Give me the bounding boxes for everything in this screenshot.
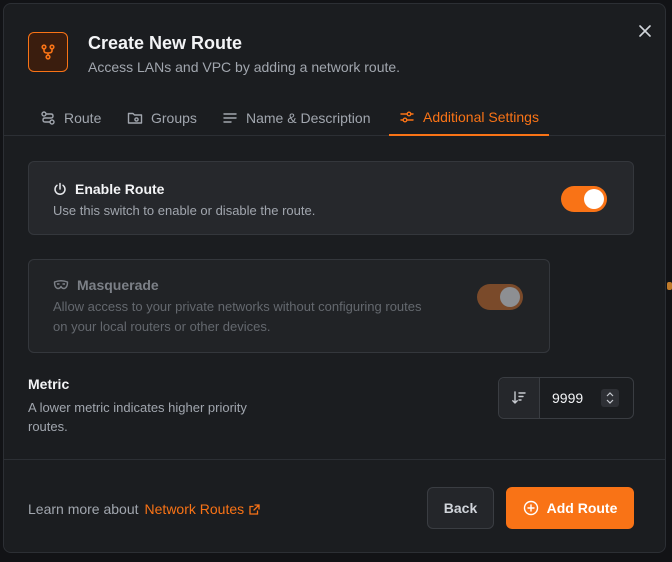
network-routes-link[interactable]: Network Routes: [145, 501, 261, 517]
metric-spinner[interactable]: [601, 389, 619, 407]
link-label: Network Routes: [144, 501, 245, 517]
plus-circle-icon: [523, 500, 538, 516]
route-icon: [41, 111, 55, 125]
sort-descending-icon: [512, 391, 526, 404]
tab-groups[interactable]: Groups: [117, 100, 207, 136]
create-route-modal: Create New Route Access LANs and VPC by …: [3, 3, 666, 553]
learn-more: Learn more about Network Routes: [28, 501, 260, 517]
tab-label: Additional Settings: [423, 109, 539, 125]
background-edge-mark: [667, 282, 672, 290]
masquerade-description: Allow access to your private networks wi…: [53, 299, 422, 334]
metric-description: A lower metric indicates higher priority…: [28, 400, 247, 434]
enable-route-card: Enable Route Use this switch to enable o…: [28, 161, 634, 235]
enable-route-description: Use this switch to enable or disable the…: [53, 203, 316, 218]
add-route-label: Add Route: [546, 500, 618, 516]
tab-additional-settings[interactable]: Additional Settings: [389, 100, 549, 136]
mask-icon: [53, 280, 69, 290]
tab-name-description[interactable]: Name & Description: [212, 100, 381, 136]
metric-title: Metric: [28, 376, 70, 392]
route-icon: [41, 44, 55, 60]
masquerade-card: Masquerade Allow access to your private …: [28, 259, 550, 353]
back-button[interactable]: Back: [427, 487, 494, 529]
text-icon: [223, 113, 237, 123]
modal-footer: Learn more about Network Routes Back Add…: [4, 459, 665, 552]
power-icon: [54, 182, 66, 196]
learn-more-text: Learn more about: [28, 501, 139, 517]
masquerade-heading: Masquerade: [53, 277, 159, 293]
modal-title: Create New Route: [88, 33, 243, 53]
external-link-icon: [249, 503, 260, 515]
modal-subtitle: Access LANs and VPC by adding a network …: [88, 59, 401, 75]
chevron-down-icon: [606, 399, 614, 404]
tab-route[interactable]: Route: [30, 100, 111, 136]
tab-bar: Route Groups Name & Description Addition…: [4, 100, 665, 136]
route-header-icon: [28, 32, 68, 72]
close-icon: [639, 25, 651, 37]
enable-route-toggle[interactable]: [561, 186, 607, 212]
settings-sliders-icon: [400, 111, 414, 123]
add-route-button[interactable]: Add Route: [506, 487, 634, 529]
enable-route-heading: Enable Route: [53, 181, 164, 197]
toggle-knob: [500, 287, 520, 307]
enable-route-title: Enable Route: [75, 181, 165, 197]
toggle-knob: [584, 189, 604, 209]
metric-input[interactable]: [540, 378, 600, 418]
metric-stepper: [498, 377, 634, 419]
tab-label: Name & Description: [246, 110, 371, 126]
chevron-up-icon: [606, 392, 614, 397]
close-button[interactable]: [634, 20, 656, 42]
metric-prefix: [499, 378, 540, 418]
tab-label: Route: [64, 110, 102, 126]
tab-label: Groups: [151, 110, 197, 126]
masquerade-title: Masquerade: [77, 277, 159, 293]
folder-icon: [127, 112, 143, 124]
masquerade-toggle[interactable]: [477, 284, 523, 310]
